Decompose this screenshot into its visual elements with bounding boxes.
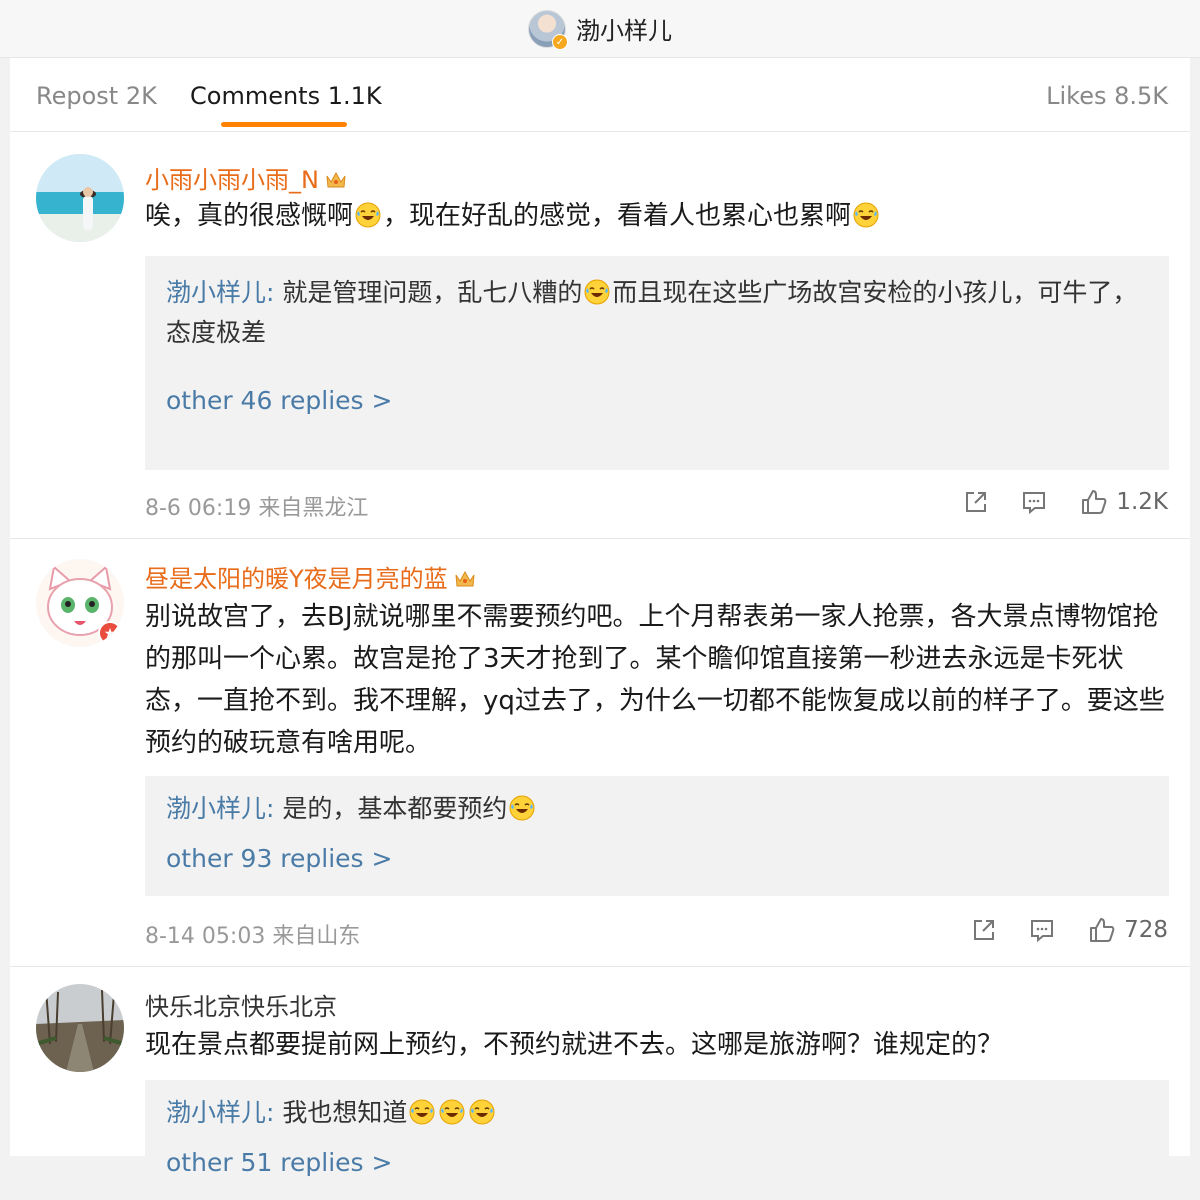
reply-preview[interactable]: 渤小样儿: 是的，基本都要预约 other 93 replies >	[145, 776, 1169, 896]
comment-meta: 8-6 06:19 来自黑龙江	[145, 496, 369, 521]
share-icon[interactable]	[970, 916, 998, 944]
comment-text: 唉，真的很感慨啊 ，现在好乱的感觉，看着人也累心也累啊	[145, 195, 1175, 237]
reply-text: 渤小样儿: 就是管理问题，乱七八糟的 而且现在这些广场故宫安检的小孩儿，可牛了，态…	[166, 278, 1138, 347]
comment-actions: 1.2K	[932, 488, 1168, 516]
more-replies-link[interactable]: other 46 replies >	[166, 386, 392, 415]
comment-item: 快乐北京快乐北京 现在景点都要提前网上预约，不预约就进不去。这哪是旅游啊？谁规定…	[10, 967, 1190, 1200]
avatar[interactable]	[36, 154, 124, 242]
reply-text: 渤小样儿: 是的，基本都要预约	[166, 789, 1156, 829]
reply-preview[interactable]: 渤小样儿: 我也想知道 other 51 replies >	[145, 1080, 1169, 1200]
active-tab-indicator	[221, 122, 347, 127]
verified-badge-icon: ✓	[552, 33, 568, 50]
reply-preview[interactable]: 渤小样儿: 就是管理问题，乱七八糟的 而且现在这些广场故宫安检的小孩儿，可牛了，态…	[145, 256, 1169, 470]
comments-panel: Repost 2K Comments 1.1K Likes 8.5K 小雨小雨小…	[10, 58, 1190, 1200]
reply-text: 渤小样儿: 我也想知道	[166, 1093, 1156, 1133]
author-avatar[interactable]: ✓	[528, 9, 568, 50]
like-icon[interactable]	[1088, 916, 1116, 944]
avatar[interactable]: ★	[36, 559, 124, 647]
comment-text: 现在景点都要提前网上预约，不预约就进不去。这哪是旅游啊？谁规定的？	[145, 1030, 1004, 1060]
crown-icon	[326, 171, 346, 188]
comment-meta: 8-14 05:03 来自山东	[145, 924, 361, 949]
reply-author[interactable]: 渤小样儿	[166, 278, 266, 307]
tab-bar: Repost 2K Comments 1.1K Likes 8.5K	[10, 58, 1190, 132]
laugh-cry-emoji	[509, 795, 535, 821]
laugh-cry-emoji	[439, 1099, 465, 1125]
reply-author[interactable]: 渤小样儿	[166, 794, 266, 823]
more-replies-link[interactable]: other 51 replies >	[166, 1148, 392, 1177]
comment-username[interactable]: 小雨小雨小雨_N	[145, 160, 347, 195]
reply-author[interactable]: 渤小样儿	[166, 1098, 266, 1127]
comment-item: 小雨小雨小雨_N 唉，真的很感慨啊 ，现在好乱的感觉，看着人也累心也累啊 渤小样儿…	[10, 132, 1190, 538]
tab-repost[interactable]: Repost 2K	[36, 82, 157, 110]
comment-username[interactable]: 昼是太阳的暖Y夜是月亮的蓝	[145, 559, 476, 594]
avatar[interactable]	[36, 984, 124, 1072]
top-bar: ✓ 渤小样儿	[0, 0, 1200, 58]
comment-icon[interactable]	[1028, 916, 1056, 944]
comment-text: 别说故宫了，去BJ就说哪里不需要预约吧。上个月帮表弟一家人抢票，各大景点博物馆抢…	[145, 602, 1165, 758]
like-count: 1.2K	[1116, 489, 1168, 515]
laugh-cry-emoji	[853, 202, 879, 228]
tab-comments[interactable]: Comments 1.1K	[190, 82, 382, 110]
tab-likes[interactable]: Likes 8.5K	[1046, 82, 1168, 110]
comment-username[interactable]: 快乐北京快乐北京	[145, 987, 337, 1022]
comment-icon[interactable]	[1020, 488, 1048, 516]
member-badge-icon: ★	[98, 621, 122, 645]
like-count: 728	[1124, 917, 1168, 943]
more-replies-link[interactable]: other 93 replies >	[166, 844, 392, 873]
laugh-cry-emoji	[584, 279, 610, 305]
share-icon[interactable]	[962, 488, 990, 516]
like-icon[interactable]	[1080, 488, 1108, 516]
laugh-cry-emoji	[469, 1099, 495, 1125]
laugh-cry-emoji	[409, 1099, 435, 1125]
comment-item: ★ 昼是太阳的暖Y夜是月亮的蓝 别说故宫了，去BJ就说哪里不需要预约吧。上个月帮…	[10, 539, 1190, 966]
page-title: 渤小样儿	[576, 17, 672, 45]
laugh-cry-emoji	[355, 202, 381, 228]
comment-actions: 728	[940, 916, 1168, 944]
crown-icon	[455, 570, 475, 587]
